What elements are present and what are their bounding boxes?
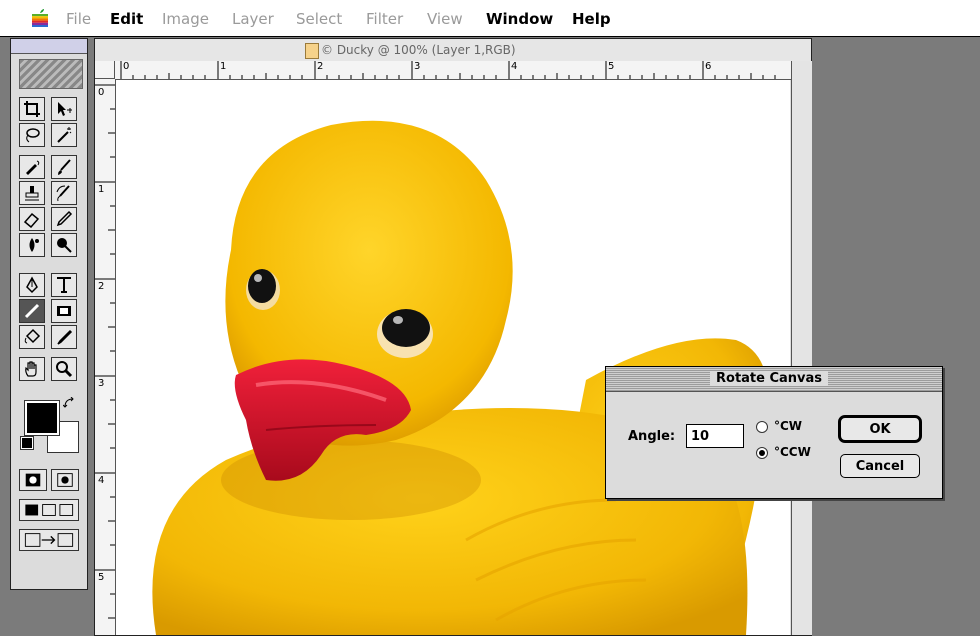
menu-edit[interactable]: Edit — [110, 10, 143, 28]
pencil-icon[interactable] — [51, 207, 77, 231]
blur-icon[interactable] — [19, 233, 45, 257]
menu-bar: File Edit Image Layer Select Filter View… — [0, 0, 980, 37]
ccw-radio[interactable] — [756, 447, 768, 459]
foreground-color-swatch[interactable] — [24, 400, 60, 436]
eyedropper-icon[interactable] — [51, 325, 77, 349]
ccw-radio-label: °CCW — [774, 445, 811, 459]
line-icon[interactable] — [19, 299, 45, 323]
angle-label: Angle: — [628, 429, 676, 444]
toolbox-header-image — [19, 59, 83, 89]
document-title: © Ducky @ 100% (Layer 1,RGB) — [321, 43, 516, 57]
ruler-h-label: 0 — [123, 61, 130, 72]
history-brush-icon[interactable] — [51, 181, 77, 205]
lasso-icon[interactable] — [19, 123, 45, 147]
quick-mask-mode-button[interactable] — [51, 469, 79, 491]
menu-select[interactable]: Select — [296, 10, 342, 28]
cw-radio-label: °CW — [774, 419, 803, 433]
cw-radio[interactable] — [756, 421, 768, 433]
ruler-h-label: 1 — [220, 61, 227, 72]
toolbox-palette — [10, 38, 88, 590]
cancel-button[interactable]: Cancel — [840, 454, 920, 478]
rubber-duck-image — [152, 120, 768, 635]
move-icon[interactable] — [51, 97, 77, 121]
crop-icon[interactable] — [19, 97, 45, 121]
document-window: © Ducky @ 100% (Layer 1,RGB) 0 1 2 3 4 5… — [94, 38, 812, 636]
eraser-icon[interactable] — [19, 207, 45, 231]
ruler-origin[interactable] — [95, 61, 115, 79]
document-icon — [305, 43, 319, 59]
gradient-icon[interactable] — [51, 299, 77, 323]
ruler-v-label: 2 — [98, 281, 105, 292]
image-canvas[interactable] — [116, 80, 790, 635]
dodge-icon[interactable] — [51, 233, 77, 257]
magic-wand-icon[interactable] — [51, 123, 77, 147]
horizontal-ruler: 0 1 2 3 4 5 6 — [115, 61, 791, 80]
zoom-icon[interactable] — [51, 357, 77, 381]
ruler-v-label: 0 — [98, 87, 105, 98]
apple-logo-icon[interactable] — [32, 9, 48, 27]
vertical-scrollbar[interactable] — [791, 61, 812, 635]
pen-icon[interactable] — [19, 273, 45, 297]
menu-window[interactable]: Window — [486, 10, 553, 28]
airbrush-icon[interactable] — [19, 155, 45, 179]
vertical-ruler: 0 1 2 3 4 5 — [95, 79, 116, 635]
ok-button[interactable]: OK — [838, 415, 922, 443]
default-colors-icon[interactable] — [20, 436, 34, 450]
ruler-v-label: 1 — [98, 184, 105, 195]
menu-view[interactable]: View — [427, 10, 463, 28]
ruler-h-label: 5 — [608, 61, 615, 72]
screen-mode-buttons[interactable] — [19, 499, 79, 521]
rubber-stamp-icon[interactable] — [19, 181, 45, 205]
toolbox-titlebar[interactable] — [11, 39, 87, 54]
ruler-h-label: 3 — [414, 61, 421, 72]
paint-bucket-icon[interactable] — [19, 325, 45, 349]
menu-filter[interactable]: Filter — [366, 10, 403, 28]
ruler-v-label: 3 — [98, 378, 105, 389]
ruler-h-label: 6 — [705, 61, 712, 72]
type-icon[interactable] — [51, 273, 77, 297]
menu-image[interactable]: Image — [162, 10, 209, 28]
menu-help[interactable]: Help — [572, 10, 611, 28]
rotate-canvas-dialog: Rotate Canvas Angle: °CW °CCW OK Cancel — [605, 366, 943, 499]
standard-mode-button[interactable] — [19, 469, 47, 491]
jump-to-imageready-button[interactable] — [19, 529, 79, 551]
angle-input[interactable] — [686, 424, 744, 448]
menu-layer[interactable]: Layer — [232, 10, 274, 28]
ruler-h-label: 2 — [317, 61, 324, 72]
menu-file[interactable]: File — [66, 10, 91, 28]
ruler-v-label: 5 — [98, 572, 105, 583]
ruler-h-label: 4 — [511, 61, 518, 72]
dialog-title: Rotate Canvas — [710, 371, 829, 386]
document-titlebar[interactable]: © Ducky @ 100% (Layer 1,RGB) — [95, 39, 811, 62]
swap-colors-icon[interactable] — [63, 397, 75, 409]
hand-icon[interactable] — [19, 357, 45, 381]
dialog-titlebar[interactable]: Rotate Canvas — [606, 367, 942, 392]
ruler-v-label: 4 — [98, 475, 105, 486]
paintbrush-icon[interactable] — [51, 155, 77, 179]
